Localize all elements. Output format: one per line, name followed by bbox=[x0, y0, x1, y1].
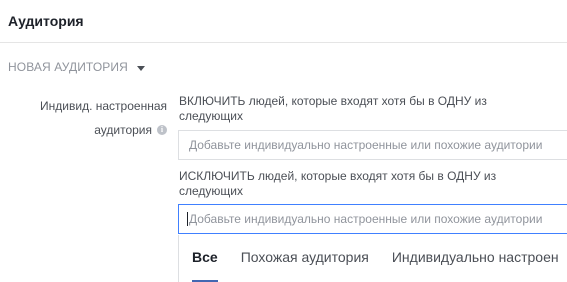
audience-type-tabs: Все Похожая аудитория Индивидуально наст… bbox=[179, 235, 567, 282]
new-audience-label: НОВАЯ АУДИТОРИЯ bbox=[8, 60, 128, 74]
tab-all[interactable]: Все bbox=[192, 235, 218, 282]
custom-audience-label-line2-row: аудитория i bbox=[40, 118, 167, 142]
section-title: Аудитория bbox=[8, 13, 84, 29]
info-icon[interactable]: i bbox=[157, 125, 167, 135]
caret-down-icon bbox=[136, 65, 145, 71]
text-cursor bbox=[187, 211, 188, 226]
audience-suggestions-dropdown: Все Похожая аудитория Индивидуально наст… bbox=[178, 235, 567, 282]
tab-lookalike[interactable]: Похожая аудитория bbox=[241, 235, 369, 282]
custom-audience-label-line1: Индивид. настроенная bbox=[40, 99, 167, 113]
exclude-label: ИСКЛЮЧИТЬ людей, которые входят хотя бы … bbox=[179, 169, 497, 198]
divider bbox=[0, 42, 567, 43]
include-input-placeholder: Добавьте индивидуально настроенные или п… bbox=[189, 138, 543, 152]
tab-custom[interactable]: Индивидуально настроен bbox=[392, 235, 559, 282]
include-label: ВКЛЮЧИТЬ людей, которые входят хотя бы в… bbox=[179, 94, 487, 123]
exclude-audience-input[interactable]: Добавьте индивидуально настроенные или п… bbox=[178, 204, 567, 234]
new-audience-dropdown[interactable]: НОВАЯ АУДИТОРИЯ bbox=[8, 60, 145, 74]
exclude-input-placeholder: Добавьте индивидуально настроенные или п… bbox=[189, 212, 543, 226]
custom-audience-label-line2: аудитория bbox=[94, 123, 152, 137]
custom-audience-label: Индивид. настроенная аудитория i bbox=[40, 94, 167, 142]
include-audience-input[interactable]: Добавьте индивидуально настроенные или п… bbox=[178, 130, 567, 160]
